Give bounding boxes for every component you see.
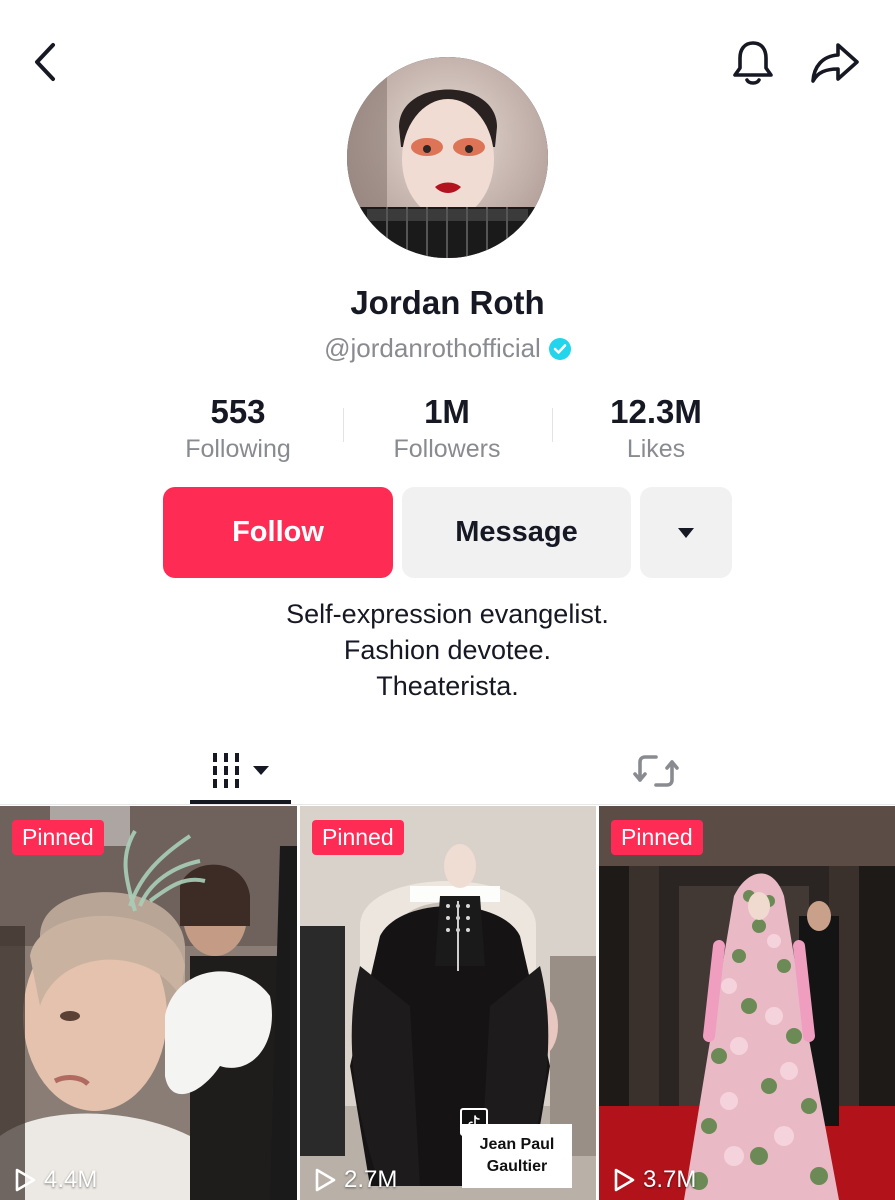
avatar-image <box>347 57 548 258</box>
follow-button[interactable]: Follow <box>163 487 393 578</box>
chevron-left-icon <box>35 43 55 81</box>
video-overlay-card: Jean Paul Gaultier <box>462 1124 572 1188</box>
bio-line: Fashion devotee. <box>343 635 552 665</box>
tab-videos[interactable] <box>190 740 291 802</box>
more-options-button[interactable] <box>640 487 732 578</box>
view-count-text: 4.4M <box>44 1166 98 1193</box>
play-icon <box>614 1168 635 1192</box>
view-count-text: 3.7M <box>643 1166 697 1193</box>
profile-page: Jordan Roth @jordanrothofficial 553 Foll… <box>0 0 895 1200</box>
pinned-badge: Pinned <box>312 820 404 855</box>
likes-label: Likes <box>626 435 686 463</box>
following-label: Following <box>185 435 291 463</box>
pinned-badge: Pinned <box>12 820 104 855</box>
view-count-text: 2.7M <box>344 1166 398 1193</box>
video-overlay-text: Jean Paul <box>479 1136 555 1153</box>
stat-likes[interactable]: 12.3M Likes <box>556 392 756 466</box>
play-icon <box>15 1168 36 1192</box>
view-count: 3.7M <box>611 1166 696 1194</box>
back-button[interactable] <box>22 38 70 86</box>
tab-reposts[interactable] <box>608 740 704 802</box>
bio-line: Theaterista. <box>376 671 519 701</box>
verified-badge-icon <box>548 337 571 360</box>
video-thumbnail[interactable]: Jean Paul Gaultier Pinned 2.7M <box>300 806 596 1200</box>
repost-icon <box>633 755 679 787</box>
stats-bar: 553 Following 1M Followers 12.3M Likes <box>0 392 895 472</box>
grid-videos-icon <box>212 753 269 788</box>
stat-followers[interactable]: 1M Followers <box>347 392 547 466</box>
followers-label: Followers <box>393 435 501 463</box>
message-button[interactable]: Message <box>402 487 631 578</box>
bio: Self-expression evangelist. Fashion devo… <box>0 596 895 704</box>
view-count: 2.7M <box>312 1166 397 1194</box>
followers-count: 1M <box>424 393 470 430</box>
video-thumbnail-image <box>0 806 297 1200</box>
stats-divider <box>552 408 553 442</box>
share-button[interactable] <box>806 38 864 88</box>
share-arrow-icon <box>811 43 859 83</box>
username: @jordanrothofficial <box>324 333 541 363</box>
video-thumbnail[interactable]: Pinned 4.4M <box>0 806 297 1200</box>
play-icon <box>315 1168 336 1192</box>
bell-icon <box>733 41 773 85</box>
video-thumbnail[interactable]: Pinned 3.7M <box>599 806 895 1200</box>
video-overlay-text: Gaultier <box>486 1158 548 1175</box>
display-name: Jordan Roth <box>350 284 545 321</box>
video-thumbnail-image <box>599 806 895 1200</box>
following-count: 553 <box>210 393 266 430</box>
view-count: 4.4M <box>12 1166 97 1194</box>
username-row: @jordanrothofficial <box>0 333 895 364</box>
likes-count: 12.3M <box>610 393 702 430</box>
stats-divider <box>343 408 344 442</box>
tabs-divider <box>0 804 895 805</box>
avatar[interactable] <box>347 57 548 258</box>
pinned-badge: Pinned <box>611 820 703 855</box>
stat-following[interactable]: 553 Following <box>138 392 338 466</box>
bio-line: Self-expression evangelist. <box>286 599 609 629</box>
caret-down-icon <box>678 527 694 538</box>
notifications-button[interactable] <box>726 38 780 88</box>
